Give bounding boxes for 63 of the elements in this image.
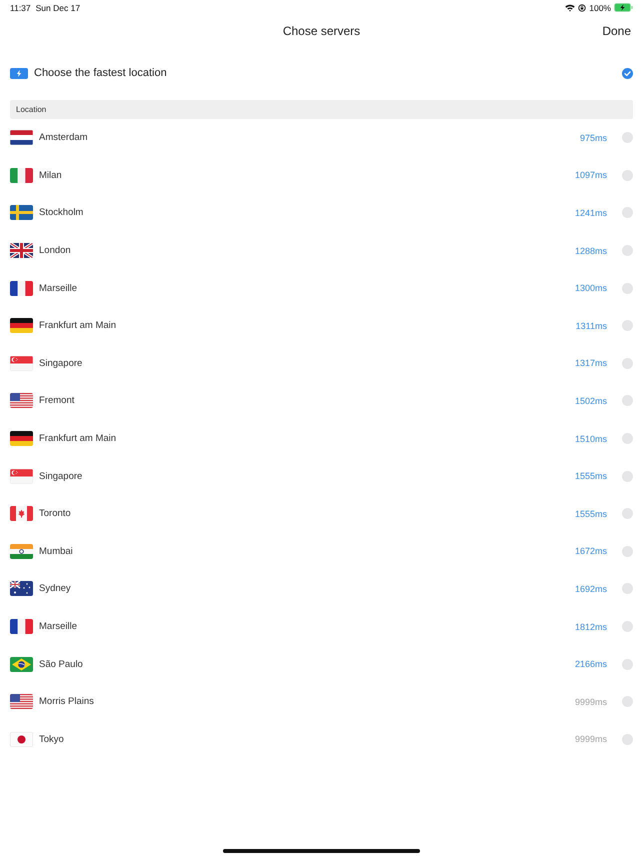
radio-icon[interactable] [622, 508, 633, 520]
radio-icon[interactable] [622, 433, 633, 444]
radio-icon[interactable] [622, 734, 633, 745]
latency-value: 1812ms [574, 622, 607, 632]
latency-value: 1692ms [574, 584, 607, 594]
server-name[interactable]: Frankfurt am Main [39, 433, 569, 444]
latency-value: 975ms [580, 132, 607, 143]
radio-icon[interactable] [622, 621, 633, 632]
fastest-location-label[interactable]: Choose the fastest location [34, 67, 616, 79]
radio-checked-icon[interactable] [622, 68, 633, 78]
latency-value: 1241ms [574, 208, 607, 218]
server-name[interactable]: Frankfurt am Main [39, 320, 570, 332]
latency-value: 1311ms [576, 320, 607, 331]
radio-icon[interactable] [622, 207, 633, 218]
latency-value: 1555ms [574, 471, 607, 482]
latency-value: 9999ms [574, 734, 607, 744]
radio-icon[interactable] [622, 320, 633, 332]
latency-value: 1288ms [574, 246, 607, 256]
radio-icon[interactable] [622, 358, 633, 369]
radio-icon[interactable] [622, 132, 633, 144]
server-name[interactable]: Stockholm [39, 207, 569, 218]
server-name[interactable]: Toronto [39, 508, 569, 520]
status-time: 11:37 [10, 2, 31, 12]
latency-value: 1672ms [574, 546, 607, 556]
latency-value: 1555ms [574, 508, 607, 519]
server-name[interactable]: Tokyo [39, 734, 569, 745]
server-name[interactable]: Marseille [39, 282, 569, 294]
latency-value: 2166ms [574, 659, 607, 670]
section-header: Location [10, 100, 633, 119]
battery-percent: 100% [589, 2, 611, 12]
latency-value: 1317ms [574, 358, 607, 368]
server-name[interactable]: São Paulo [39, 658, 569, 670]
latency-value: 9999ms [574, 696, 607, 707]
server-name[interactable]: Sydney [39, 583, 569, 594]
server-name[interactable]: London [39, 245, 569, 256]
latency-value: 1097ms [574, 170, 607, 180]
radio-icon[interactable] [622, 395, 633, 406]
server-name[interactable]: Marseille [39, 621, 569, 632]
radio-icon[interactable] [622, 658, 633, 670]
server-name[interactable]: Fremont [39, 395, 569, 406]
radio-icon[interactable] [622, 245, 633, 256]
radio-icon[interactable] [622, 583, 633, 594]
radio-icon[interactable] [622, 696, 633, 708]
status-date: Sun Dec 17 [36, 2, 80, 12]
screen-title: Chose servers [282, 24, 360, 38]
server-name[interactable]: Amsterdam [39, 132, 574, 144]
lightning-icon [10, 68, 28, 78]
radio-icon[interactable] [622, 470, 633, 482]
radio-icon[interactable] [622, 282, 633, 294]
latency-value: 1300ms [574, 283, 607, 294]
server-name[interactable]: Milan [39, 170, 569, 181]
done-button[interactable]: Done [602, 24, 631, 38]
latency-value: 1510ms [574, 434, 607, 444]
server-name[interactable]: Morris Plains [39, 696, 569, 708]
server-name[interactable]: Singapore [39, 470, 569, 482]
rotation-lock-icon [578, 4, 586, 12]
battery-charging-icon [614, 3, 633, 12]
radio-icon[interactable] [622, 546, 633, 557]
latency-value: 1502ms [574, 396, 607, 406]
server-name[interactable]: Mumbai [39, 546, 569, 557]
wifi-icon [565, 4, 576, 12]
radio-icon[interactable] [622, 170, 633, 181]
server-name[interactable]: Singapore [39, 358, 569, 369]
